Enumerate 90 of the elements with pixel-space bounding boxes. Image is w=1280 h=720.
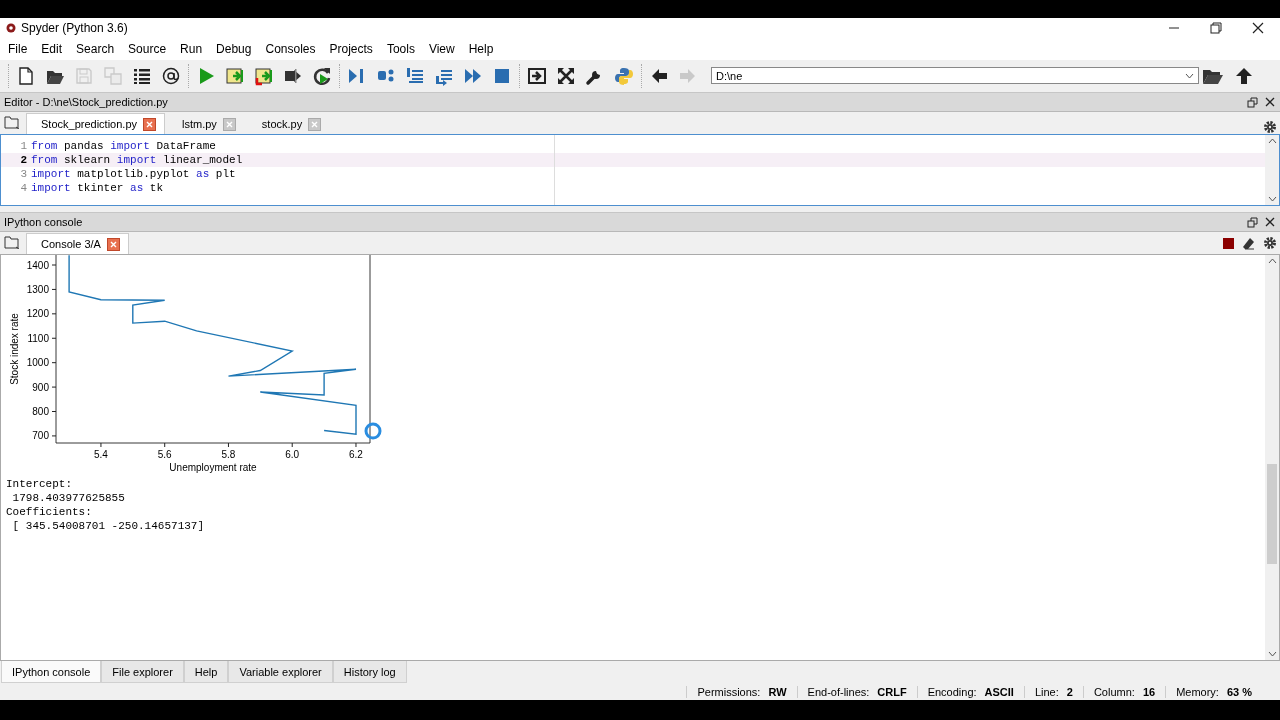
dock-tab[interactable]: File explorer [101, 661, 184, 683]
pane-title: IPython console [4, 216, 83, 228]
status-value: RW [768, 685, 787, 698]
tick-label: 1300 [26, 283, 49, 295]
code-line: import tkinter as tk [31, 182, 164, 194]
scroll-down-icon[interactable] [1267, 651, 1277, 657]
eraser-icon[interactable] [1242, 236, 1255, 250]
scroll-down-icon[interactable] [1267, 196, 1277, 202]
pane-title: Editor - D:\ne\Stock_prediction.py [4, 96, 168, 108]
up-arrow-icon[interactable] [1234, 65, 1254, 86]
dock-tab[interactable]: IPython console [1, 661, 102, 683]
menu-item[interactable]: Search [69, 42, 122, 56]
file-tab[interactable]: stock.py [246, 113, 331, 134]
code-line: from sklearn import linear_model [31, 154, 243, 166]
console-output: Intercept: 1798.403977625855 Coefficients: [ 345.54008701 -250.14657137] [6, 477, 206, 533]
tick-label: 5.4 [94, 449, 108, 460]
settings-icon[interactable] [1263, 120, 1277, 134]
restore-icon[interactable] [1210, 22, 1222, 34]
chevron-down-icon[interactable] [1185, 72, 1194, 79]
file-tab[interactable]: Stock_prediction.py [26, 113, 165, 134]
close-icon[interactable] [1264, 96, 1276, 108]
run-cell-icon[interactable] [225, 65, 245, 86]
status-label: Encoding: [927, 685, 977, 698]
undock-icon[interactable] [1247, 96, 1258, 108]
tick-label: 1200 [26, 308, 49, 320]
tick-label: 6.0 [285, 449, 300, 460]
code-line: import matplotlib.pyplot as plt [31, 168, 236, 180]
stop-icon[interactable] [1223, 237, 1234, 249]
menu-item[interactable]: Source [121, 42, 174, 56]
new-file-icon[interactable] [16, 65, 36, 86]
file-tab[interactable]: lstm.py [167, 113, 245, 134]
rerun-icon[interactable] [312, 65, 332, 86]
tick-label: 800 [32, 406, 49, 417]
menu-item[interactable]: View [421, 42, 462, 56]
status-value: 2 [1066, 685, 1073, 698]
axis-label: Unemployment rate [169, 462, 257, 473]
at-sign-icon[interactable] [161, 65, 181, 86]
tick-label: 5.6 [157, 449, 172, 460]
menu-item[interactable]: Projects [322, 42, 380, 56]
menu-item[interactable]: Edit [34, 42, 70, 56]
close-icon[interactable] [1252, 22, 1264, 34]
dock-tab[interactable]: Variable explorer [228, 661, 333, 683]
step-into-icon[interactable] [405, 65, 425, 86]
folder-icon[interactable] [4, 114, 20, 129]
menu-item[interactable]: Tools [379, 42, 422, 56]
menu-item[interactable]: Consoles [258, 42, 323, 56]
status-value: 16 [1142, 685, 1156, 698]
scrollbar-thumb[interactable] [1267, 464, 1277, 564]
menu-item[interactable]: Debug [209, 42, 259, 56]
status-label: End-of-lines: [807, 685, 870, 698]
undock-icon[interactable] [1247, 216, 1258, 228]
file-tab[interactable]: Console 3/A [26, 233, 129, 254]
click-indicator-icon [364, 422, 382, 440]
tick-label: 1100 [27, 332, 49, 344]
menu-item[interactable]: File [1, 42, 35, 56]
close-icon[interactable] [1264, 216, 1276, 228]
dock-tab[interactable]: Help [183, 661, 229, 683]
status-value: ASCII [984, 685, 1014, 698]
menu-item[interactable]: Help [461, 42, 501, 56]
run-cell-advance-icon[interactable] [254, 65, 274, 86]
scroll-up-icon[interactable] [1267, 258, 1277, 264]
scroll-up-icon[interactable] [1267, 138, 1277, 144]
status-value: 63 % [1226, 685, 1252, 698]
spyder-logo-icon [6, 23, 16, 33]
status-label: Memory: [1176, 685, 1219, 698]
tick-label: 1400 [26, 259, 49, 271]
python-logo-icon[interactable] [614, 65, 634, 86]
fullscreen-icon[interactable] [556, 65, 576, 86]
code-line: from pandas import DataFrame [31, 140, 216, 152]
window-title: Spyder (Python 3.6) [21, 21, 128, 35]
maximize-pane-icon[interactable] [527, 65, 547, 86]
tick-label: 6.2 [349, 449, 363, 460]
tick-label: 700 [32, 430, 49, 442]
folder-icon[interactable] [4, 234, 20, 249]
line-number: 3 [19, 168, 28, 180]
axis-label: Stock index rate [9, 313, 20, 385]
dock-tab[interactable]: History log [332, 661, 407, 683]
line-number: 4 [19, 182, 28, 194]
status-value: CRLF [877, 685, 907, 698]
working-directory-field[interactable]: D:\ne [711, 67, 1199, 84]
status-label: Line: [1034, 685, 1059, 698]
line-number: 2 [19, 154, 28, 166]
menu-item[interactable]: Run [173, 42, 210, 56]
line-number: 1 [19, 140, 28, 152]
status-label: Permissions: [697, 685, 761, 698]
tick-label: 900 [32, 381, 49, 393]
settings-icon[interactable] [1263, 236, 1277, 250]
tick-label: 1000 [26, 357, 49, 369]
tick-label: 5.8 [221, 449, 236, 460]
status-label: Column: [1093, 685, 1135, 698]
